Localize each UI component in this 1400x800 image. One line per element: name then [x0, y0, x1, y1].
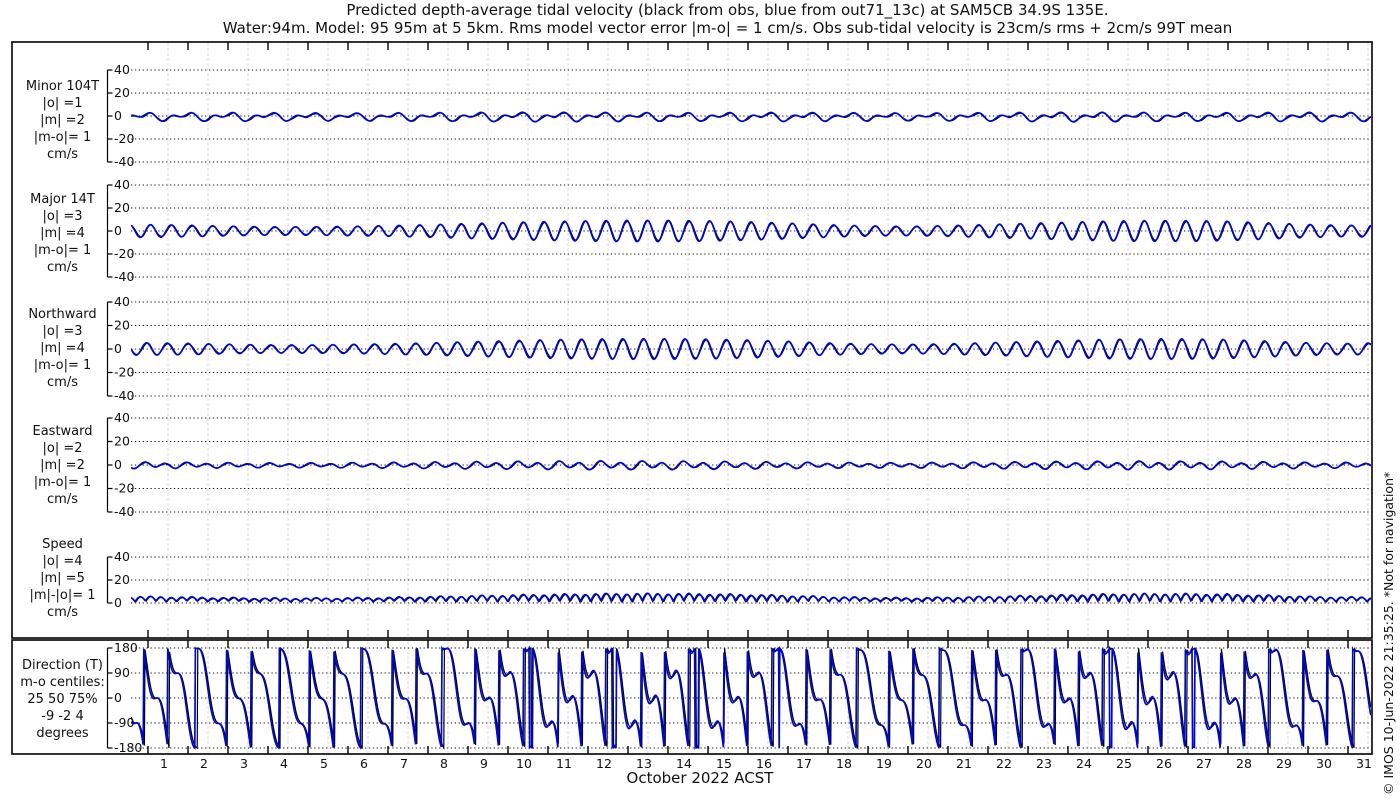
y-tick-label: 40: [114, 549, 130, 564]
panel-label-line: |o| =3: [42, 209, 83, 224]
panel-label-northward: Northward |o| =3 |m| =4 |m-o|= 1 cm/s: [14, 306, 111, 391]
panel-label-line: |m| =5: [40, 571, 85, 586]
copyright-watermark: © IMOS 10-Jun-2022 21:35:25. *Not for na…: [1381, 471, 1396, 795]
panel-label-line: degrees: [36, 726, 89, 741]
y-tick-label: 0: [114, 690, 122, 705]
panel-label-line: cm/s: [47, 605, 78, 620]
panel-label-line: Minor 104T: [25, 79, 100, 94]
y-tick-label: 0: [114, 341, 122, 356]
y-tick-label: -20: [114, 365, 134, 380]
y-tick-label: 0: [114, 223, 122, 238]
y-tick-label: -40: [114, 154, 134, 169]
y-tick-label: 0: [114, 108, 122, 123]
panel-label-line: |m-o|= 1: [33, 358, 92, 373]
panel-label-line: Major 14T: [30, 192, 95, 207]
y-tick-label: 20: [114, 200, 130, 215]
panel-label-line: |o| =2: [42, 441, 83, 456]
panel-label-line: |o| =4: [42, 554, 83, 569]
x-axis-label: October 2022 ACST: [626, 769, 774, 787]
panel-label-line: cm/s: [47, 492, 78, 507]
y-tick-label: 20: [114, 572, 130, 587]
panel-label-line: cm/s: [47, 260, 78, 275]
y-tick-label: 90: [114, 665, 130, 680]
y-tick-label: 40: [114, 62, 130, 77]
series-model-speed: [131, 592, 1371, 604]
panel-label-line: |m| =2: [40, 458, 85, 473]
panel-label-line: |m|-|o|= 1: [29, 588, 96, 603]
panel-label-speed: Speed |o| =4 |m| =5 |m|-|o|= 1 cm/s: [14, 536, 111, 621]
panel-label-minor: Minor 104T |o| =1 |m| =2 |m-o|= 1 cm/s: [14, 78, 111, 163]
panel-label-eastward: Eastward |o| =2 |m| =2 |m-o|= 1 cm/s: [14, 423, 111, 508]
panel-label-line: |o| =1: [42, 96, 83, 111]
tidal-velocity-report: { "header": { "title_line1": "Predicted …: [0, 0, 1400, 800]
panel-label-line: Direction (T): [22, 658, 103, 673]
y-tick-label: 0: [114, 457, 122, 472]
panel-label-line: |m| =2: [40, 113, 85, 128]
panel-label-line: m-o centiles:: [20, 675, 105, 690]
panel-label-major: Major 14T |o| =3 |m| =4 |m-o|= 1 cm/s: [14, 191, 111, 276]
panel-label-line: |o| =3: [42, 324, 83, 339]
panel-label-line: -9 -2 4: [41, 709, 84, 724]
panel-label-line: |m| =4: [40, 341, 85, 356]
y-tick-label: 40: [114, 294, 130, 309]
panel-label-line: |m| =4: [40, 226, 85, 241]
y-tick-label: 20: [114, 434, 130, 449]
panel-label-line: |m-o|= 1: [33, 243, 92, 258]
tidal-velocity-chart: 40 20 0 -20 -40 40 20 0 -20 -40 40 20 0 -20 -40 40 20 0 -2…: [11, 41, 1373, 771]
y-tick-label: 0: [114, 595, 122, 610]
panel-label-line: cm/s: [47, 147, 78, 162]
y-tick-label: -40: [114, 504, 134, 519]
y-tick-label: -40: [114, 388, 134, 403]
panel-label-direction: Direction (T) m-o centiles: 25 50 75% -9…: [14, 657, 111, 742]
panel-label-line: Eastward: [32, 424, 93, 439]
panel-label-line: |m-o|= 1: [33, 130, 92, 145]
y-tick-label: -180: [114, 740, 142, 755]
y-tick-label: -20: [114, 481, 134, 496]
y-tick-label: 40: [114, 177, 130, 192]
panel-label-line: Speed: [42, 537, 83, 552]
y-tick-label: -40: [114, 269, 134, 284]
y-tick-label: -20: [114, 246, 134, 261]
panel-label-line: Northward: [28, 307, 97, 322]
y-tick-label: 20: [114, 318, 130, 333]
chart-title: Predicted depth-average tidal velocity (…: [346, 1, 1109, 19]
y-tick-label: 180: [114, 640, 138, 655]
y-tick-label: 20: [114, 85, 130, 100]
y-tick-label: 40: [114, 410, 130, 425]
panel-label-line: 25 50 75%: [27, 692, 98, 707]
y-tick-label: -20: [114, 131, 134, 146]
panel-label-line: |m-o|= 1: [33, 475, 92, 490]
chart-subtitle: Water:94m. Model: 95 95m at 5 5km. Rms m…: [222, 19, 1233, 37]
panel-label-line: cm/s: [47, 375, 78, 390]
